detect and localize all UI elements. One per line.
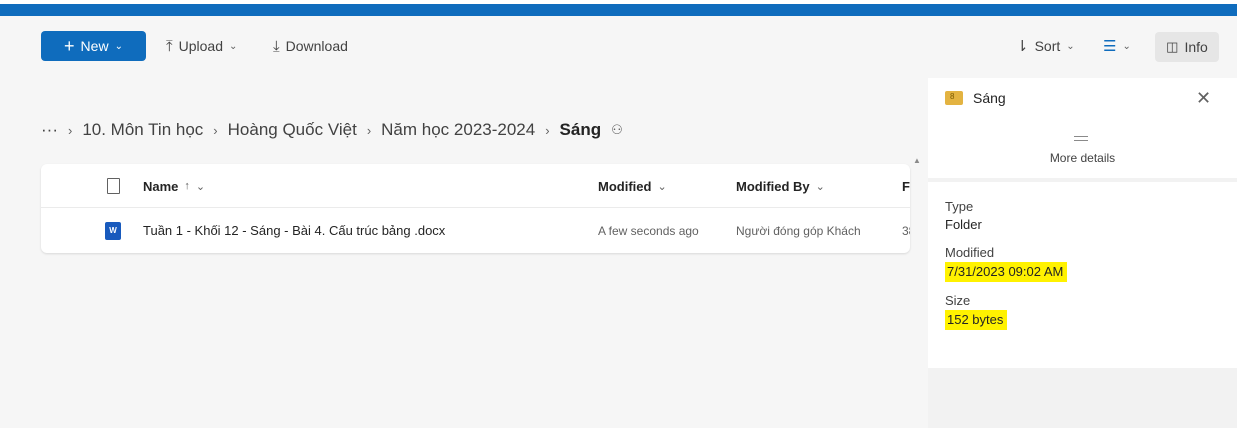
chevron-down-icon: ⌄ [195,180,206,193]
more-details-link[interactable]: More details [928,151,1237,165]
chevron-down-icon: ⌄ [815,180,825,193]
file-size: 38 [902,223,910,238]
details-pane: 8 Sáng ✕ More details Type Folder Modifi… [928,78,1237,428]
breadcrumb: ··· › 10. Môn Tin học › Hoàng Quốc Việt … [41,118,623,142]
property-value: Folder [945,217,982,232]
breadcrumb-item[interactable]: Hoàng Quốc Việt [228,120,357,140]
chevron-right-icon: › [67,122,73,138]
modified-column-label: Modified [598,178,652,194]
chevron-right-icon: › [366,122,372,138]
file-type-column-header[interactable] [107,164,120,208]
plus-icon: + [64,36,75,56]
word-file-icon: W [105,208,121,253]
modified-by-column-header[interactable]: Modified By ⌄ [736,164,825,208]
file-size-column-label: Fi [902,178,910,194]
list-view-icon: ☰ [1103,38,1117,55]
breadcrumb-overflow[interactable]: ··· [41,120,58,140]
close-icon[interactable]: ✕ [1196,88,1211,109]
command-bar: + New ⌄ ⤒ Upload ⌄ ⤓ Download ⇂ Sort ⌄ ☰… [0,16,1237,78]
drag-handle-icon[interactable] [1074,136,1088,141]
scroll-up-icon[interactable]: ▲ [913,156,921,165]
upload-button[interactable]: ⤒ Upload ⌄ [166,31,237,61]
property-size: Size 152 bytes [945,292,1220,330]
info-button[interactable]: ◫ Info [1155,32,1219,62]
property-modified: Modified 7/31/2023 09:02 AM [945,244,1220,282]
chevron-right-icon: › [545,122,550,138]
chevron-down-icon: ⌄ [114,40,123,52]
file-list: Name ↑ ⌄ Modified ⌄ Modified By ⌄ Fi [41,164,910,253]
upload-button-label: Upload [178,38,224,54]
main-content: ··· › 10. Môn Tin học › Hoàng Quốc Việt … [0,78,928,428]
property-label: Type [945,199,974,214]
property-label: Modified [945,245,995,260]
app-window: + New ⌄ ⤒ Upload ⌄ ⤓ Download ⇂ Sort ⌄ ☰… [0,16,1237,428]
chevron-right-icon: › [213,122,218,138]
new-button[interactable]: + New ⌄ [41,31,146,61]
file-size-column-header[interactable]: Fi [902,164,910,208]
property-value-highlighted: 152 bytes [945,310,1008,330]
sort-button-label: Sort [1034,38,1061,54]
info-button-label: Info [1184,39,1208,55]
folder-icon: 8 [945,91,963,105]
file-type-icon [107,178,120,194]
top-bar [0,0,1237,16]
file-name[interactable]: Tuần 1 - Khối 12 - Sáng - Bài 4. Cấu trú… [143,208,445,253]
new-button-label: New [80,38,109,54]
view-options-button[interactable]: ☰ ⌄ [1103,31,1131,61]
upload-icon: ⤒ [166,37,173,55]
sort-button[interactable]: ⇂ Sort ⌄ [1016,31,1075,61]
download-button-label: Download [285,38,348,54]
download-button[interactable]: ⤓ Download [273,31,348,61]
table-header: Name ↑ ⌄ Modified ⌄ Modified By ⌄ Fi [41,164,910,208]
sort-icon: ⇂ [1016,38,1029,55]
file-modified: A few seconds ago [598,223,699,238]
details-pane-title-text: Sáng [973,90,1006,106]
modified-by-column-label: Modified By [736,178,810,194]
breadcrumb-item[interactable]: Năm học 2023-2024 [381,120,535,140]
chevron-down-icon: ⌄ [1066,40,1075,52]
download-icon: ⤓ [273,37,280,55]
chevron-down-icon: ⌄ [229,40,238,52]
property-type: Type Folder [945,198,1220,234]
modified-column-header[interactable]: Modified ⌄ [598,164,667,208]
shared-people-icon: ⚇ [611,122,623,137]
details-pane-title: 8 Sáng [945,90,1006,106]
breadcrumb-current: Sáng [559,120,602,139]
sort-ascending-icon: ↑ [184,180,190,192]
chevron-down-icon: ⌄ [1122,40,1131,52]
property-label: Size [945,293,971,308]
name-column-label: Name [143,178,179,194]
name-column-header[interactable]: Name ↑ ⌄ [143,164,205,208]
info-pane-icon: ◫ [1166,39,1179,54]
breadcrumb-item[interactable]: 10. Môn Tin học [82,120,203,140]
suite-header-strip [0,4,1237,16]
table-row[interactable]: W Tuần 1 - Khối 12 - Sáng - Bài 4. Cấu t… [41,208,910,253]
chevron-down-icon: ⌄ [657,180,667,193]
property-value-highlighted: 7/31/2023 09:02 AM [945,262,1068,282]
details-properties: Type Folder Modified 7/31/2023 09:02 AM … [928,182,1237,368]
file-modified-by: Người đóng góp Khách [736,223,861,238]
details-pane-header: 8 Sáng ✕ More details [928,78,1237,178]
